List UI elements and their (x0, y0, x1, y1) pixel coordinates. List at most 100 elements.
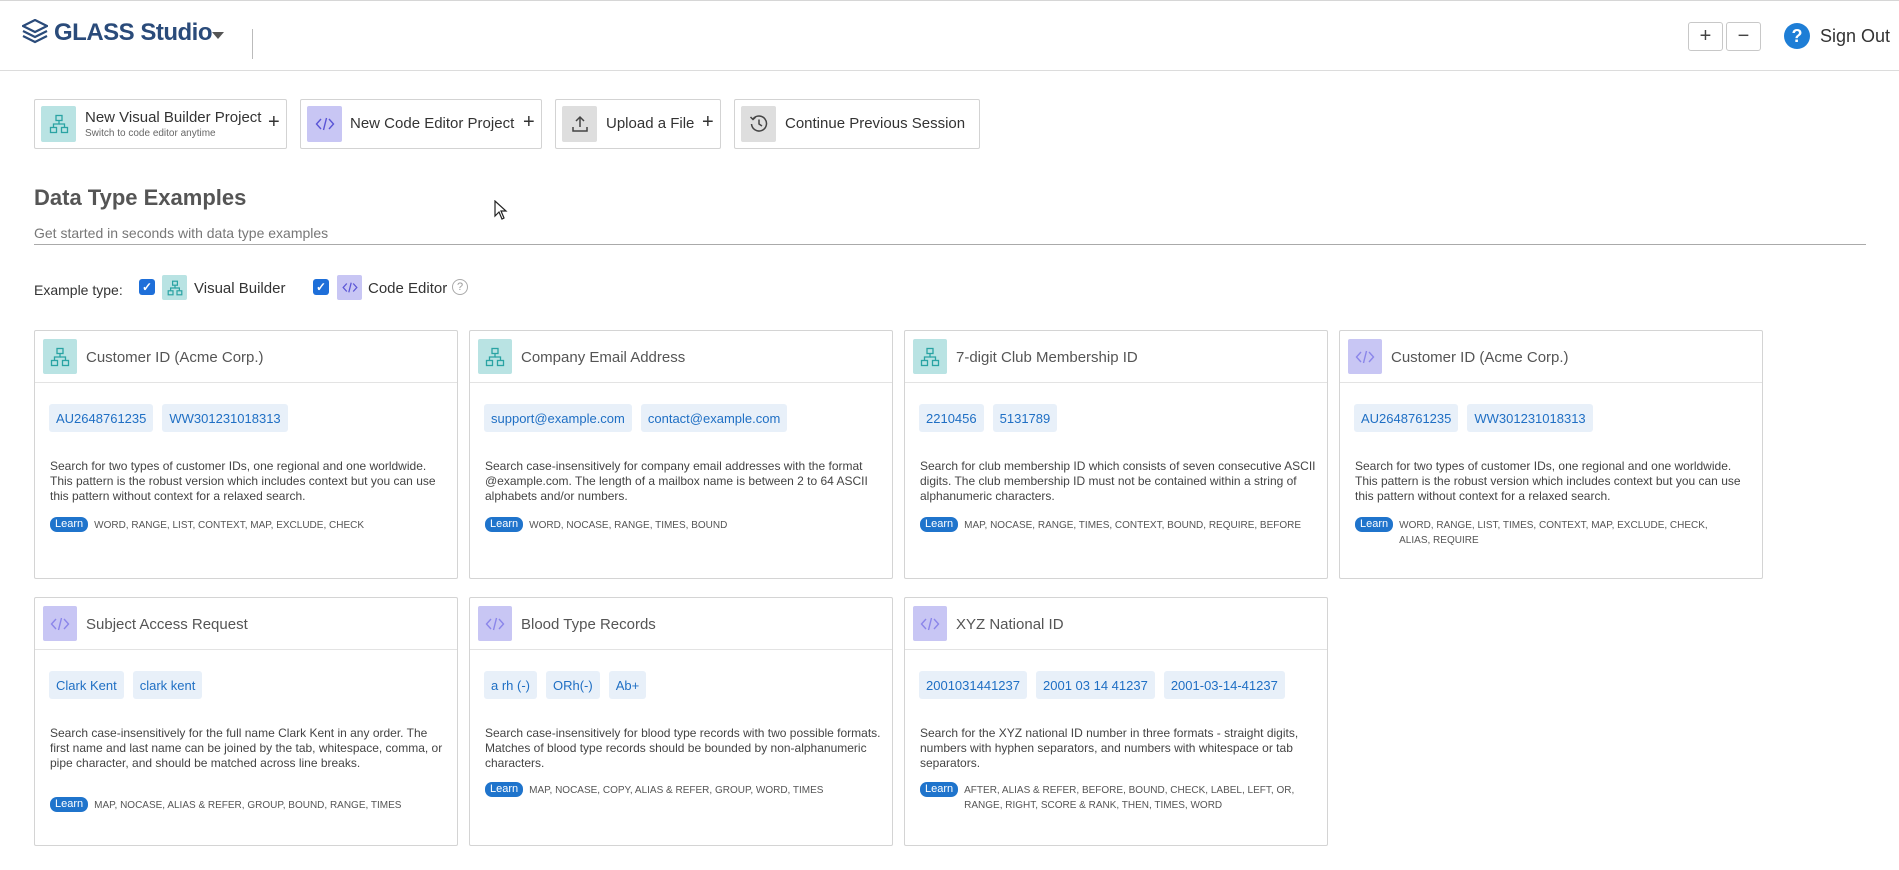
example-card[interactable]: Blood Type Records a rh (-) ORh(-) Ab+ S… (469, 597, 893, 846)
card-tags-row: Learn MAP, NOCASE, COPY, ALIAS & REFER, … (485, 782, 869, 798)
example-chip[interactable]: 2001 03 14 41237 (1036, 671, 1155, 699)
plus-icon: + (523, 111, 535, 133)
section-subtitle: Get started in seconds with data type ex… (34, 225, 329, 241)
section-divider (34, 244, 1866, 245)
card-header: Customer ID (Acme Corp.) (1340, 331, 1762, 383)
action-title: New Code Editor Project (350, 115, 515, 132)
card-title: Customer ID (Acme Corp.) (1391, 349, 1569, 366)
example-chip[interactable]: Ab+ (608, 671, 647, 699)
example-chip[interactable]: contact@example.com (640, 404, 788, 432)
example-card[interactable]: XYZ National ID 2001031441237 2001 03 14… (904, 597, 1328, 846)
example-chip[interactable]: 5131789 (992, 404, 1058, 432)
code-editor-icon (913, 606, 947, 641)
example-chip[interactable]: ORh(-) (546, 671, 600, 699)
checkmark-icon: ✓ (141, 280, 153, 294)
example-chips: 2001031441237 2001 03 14 41237 2001-03-1… (919, 671, 1285, 699)
card-tags: MAP, NOCASE, RANGE, TIMES, CONTEXT, BOUN… (964, 520, 1302, 531)
code-editor-icon (478, 606, 512, 641)
card-tags: WORD, RANGE, LIST, CONTEXT, MAP, EXCLUDE… (94, 520, 365, 531)
help-icon[interactable]: ? (1784, 23, 1810, 49)
code-editor-icon (337, 275, 362, 300)
upload-file-button[interactable]: Upload a File + (555, 99, 721, 149)
example-chips: support@example.com contact@example.com (484, 404, 788, 432)
card-header: Company Email Address (470, 331, 892, 383)
learn-badge[interactable]: Learn (920, 782, 959, 797)
learn-badge[interactable]: Learn (485, 517, 524, 532)
card-tags: AFTER, ALIAS & REFER, BEFORE, BOUND, CHE… (964, 785, 1295, 811)
action-subtitle: Switch to code editor anytime (85, 128, 216, 139)
card-header: Subject Access Request (35, 598, 457, 650)
card-tags-row: Learn WORD, RANGE, LIST, TIMES, CONTEXT,… (1355, 517, 1739, 548)
glass-logo-icon (22, 19, 48, 44)
example-chip[interactable]: AU2648761235 (1354, 404, 1459, 432)
card-tags-row: Learn WORD, RANGE, LIST, CONTEXT, MAP, E… (50, 517, 434, 533)
new-visual-builder-project-button[interactable]: New Visual Builder Project Switch to cod… (34, 99, 287, 149)
example-chip[interactable]: Clark Kent (49, 671, 124, 699)
example-chip[interactable]: 2001-03-14-41237 (1163, 671, 1285, 699)
example-chip[interactable]: AU2648761235 (49, 404, 154, 432)
card-tags: MAP, NOCASE, ALIAS & REFER, GROUP, BOUND… (94, 800, 402, 811)
help-icon[interactable]: ? (452, 279, 468, 295)
example-chip[interactable]: WW301231018313 (1467, 404, 1593, 432)
example-card[interactable]: Customer ID (Acme Corp.) AU2648761235 WW… (1339, 330, 1763, 579)
card-tags-row: Learn MAP, NOCASE, RANGE, TIMES, CONTEXT… (920, 517, 1304, 533)
visual-builder-checkbox[interactable]: ✓ (139, 279, 155, 295)
example-card[interactable]: Company Email Address support@example.co… (469, 330, 893, 579)
code-editor-filter-label: Code Editor (368, 280, 448, 297)
chevron-down-icon[interactable] (212, 32, 224, 39)
zoom-in-button[interactable]: + (1688, 22, 1723, 51)
visual-builder-icon (162, 275, 187, 300)
header-divider (252, 29, 253, 59)
example-card[interactable]: Subject Access Request Clark Kent clark … (34, 597, 458, 846)
example-chips: AU2648761235 WW301231018313 (1354, 404, 1593, 432)
section-title: Data Type Examples (34, 185, 247, 210)
app-logo[interactable]: GLASS Studio (22, 19, 213, 47)
card-description: Search for two types of customer IDs, on… (1355, 459, 1741, 503)
visual-builder-icon (913, 339, 947, 374)
new-code-editor-project-button[interactable]: New Code Editor Project + (300, 99, 542, 149)
example-chips: Clark Kent clark kent (49, 671, 203, 699)
history-icon (741, 106, 776, 142)
card-description: Search case-insensitively for company em… (485, 459, 868, 503)
example-card[interactable]: 7-digit Club Membership ID 2210456 51317… (904, 330, 1328, 579)
continue-previous-session-button[interactable]: Continue Previous Session (734, 99, 980, 149)
visual-builder-icon (41, 106, 76, 142)
card-description: Search for the XYZ national ID number in… (920, 726, 1299, 770)
example-chip[interactable]: support@example.com (484, 404, 632, 432)
example-chip[interactable]: 2210456 (919, 404, 984, 432)
card-description: Search for club membership ID which cons… (920, 459, 1316, 503)
app-title: GLASS Studio (54, 19, 213, 46)
card-header: 7-digit Club Membership ID (905, 331, 1327, 383)
example-chips: 2210456 5131789 (919, 404, 1058, 432)
card-header: XYZ National ID (905, 598, 1327, 650)
example-chip[interactable]: 2001031441237 (919, 671, 1027, 699)
code-editor-icon (307, 106, 342, 142)
card-title: Subject Access Request (86, 616, 248, 633)
plus-icon: + (702, 111, 714, 133)
learn-badge[interactable]: Learn (50, 517, 89, 532)
learn-badge[interactable]: Learn (920, 517, 959, 532)
card-title: 7-digit Club Membership ID (956, 349, 1138, 366)
card-tags-row: Learn MAP, NOCASE, ALIAS & REFER, GROUP,… (50, 797, 434, 813)
upload-icon (562, 106, 597, 142)
example-chip[interactable]: a rh (-) (484, 671, 537, 699)
learn-badge[interactable]: Learn (485, 782, 524, 797)
example-chip[interactable]: WW301231018313 (162, 404, 288, 432)
mouse-cursor-icon (494, 200, 508, 220)
card-description: Search case-insensitively for the full n… (50, 726, 443, 770)
zoom-out-button[interactable]: − (1726, 22, 1761, 51)
learn-badge[interactable]: Learn (1355, 517, 1394, 532)
example-chips: AU2648761235 WW301231018313 (49, 404, 288, 432)
sign-out-button[interactable]: Sign Out (1820, 26, 1890, 47)
code-editor-checkbox[interactable]: ✓ (313, 279, 329, 295)
checkmark-icon: ✓ (315, 280, 327, 294)
example-card[interactable]: Customer ID (Acme Corp.) AU2648761235 WW… (34, 330, 458, 579)
example-chip[interactable]: clark kent (132, 671, 203, 699)
example-chips: a rh (-) ORh(-) Ab+ (484, 671, 647, 699)
learn-badge[interactable]: Learn (50, 797, 89, 812)
card-tags: WORD, NOCASE, RANGE, TIMES, BOUND (529, 520, 728, 531)
visual-builder-filter-label: Visual Builder (194, 280, 286, 297)
card-title: Customer ID (Acme Corp.) (86, 349, 264, 366)
card-header: Blood Type Records (470, 598, 892, 650)
example-type-label: Example type: (34, 282, 123, 298)
